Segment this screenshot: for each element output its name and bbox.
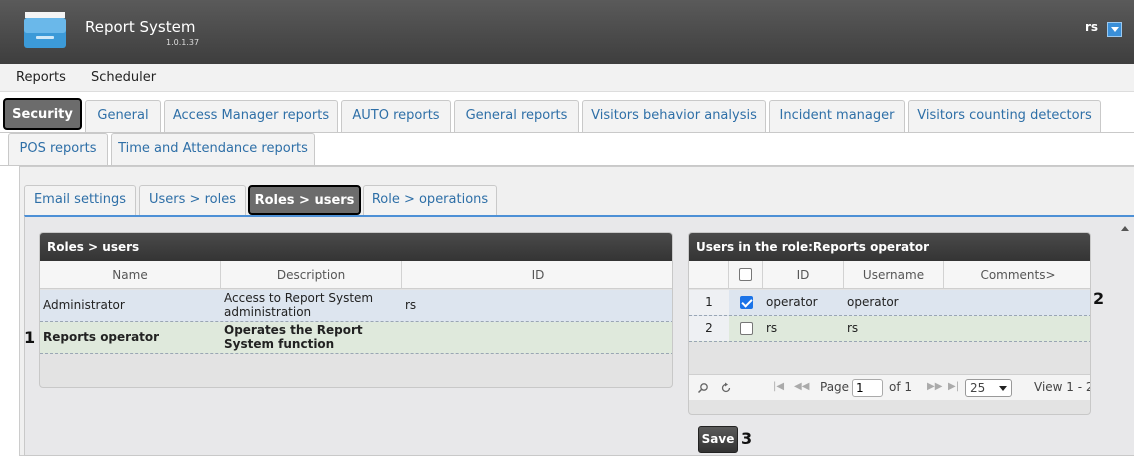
callout-3: 3 — [741, 429, 753, 448]
row-checkbox[interactable] — [739, 322, 753, 335]
column-header-name[interactable]: Name — [40, 261, 221, 289]
menu-reports[interactable]: Reports — [16, 70, 66, 85]
page-count: of 1 — [889, 380, 913, 394]
user-comments — [944, 316, 1090, 341]
column-header-username[interactable]: Username — [844, 261, 944, 289]
main-menu: Reports Scheduler — [0, 64, 1134, 92]
tab-visitors-behavior-analysis[interactable]: Visitors behavior analysis — [582, 100, 766, 132]
search-icon[interactable] — [697, 382, 709, 394]
row-number: 2 — [689, 316, 729, 341]
roles-grid-caption: Roles > users — [40, 233, 672, 261]
next-page-icon[interactable]: ▶▶ — [927, 381, 942, 392]
select-all-checkbox[interactable] — [739, 268, 752, 281]
users-grid-pager: |◀ ◀◀ Page of 1 ▶▶ ▶| 25 View 1 - 2 — [689, 374, 1090, 400]
table-row[interactable]: 2 rs rs — [689, 316, 1090, 342]
role-id: rs — [405, 297, 417, 312]
subtab-role-operations[interactable]: Role > operations — [363, 185, 497, 215]
tab-incident-manager[interactable]: Incident manager — [769, 100, 905, 132]
row-number: 1 — [689, 290, 729, 315]
app-header: Report System 1.0.1.37 rs — [0, 0, 1134, 64]
table-row[interactable]: 1 operator operator — [689, 290, 1090, 316]
row-checkbox[interactable] — [739, 296, 753, 309]
save-button[interactable]: Save — [698, 426, 738, 453]
tab-general-reports[interactable]: General reports — [454, 100, 579, 132]
app-version: 1.0.1.37 — [166, 38, 200, 47]
report-folder-icon — [24, 12, 66, 48]
tab-security[interactable]: Security — [3, 98, 82, 130]
prev-page-icon[interactable]: ◀◀ — [794, 381, 809, 392]
user-name[interactable]: rs — [1085, 20, 1098, 34]
callout-1: 1 — [24, 328, 36, 347]
column-header-select-all[interactable] — [729, 261, 763, 289]
column-header-id[interactable]: ID — [763, 261, 844, 289]
tab-visitors-counting-detectors[interactable]: Visitors counting detectors — [908, 100, 1101, 132]
column-header-id[interactable]: ID — [402, 261, 672, 289]
user-menu-dropdown-icon[interactable] — [1107, 22, 1122, 37]
refresh-icon[interactable] — [720, 382, 732, 394]
role-name: Administrator — [43, 297, 125, 312]
vertical-scrollbar[interactable] — [1119, 222, 1131, 454]
page-number-input[interactable] — [852, 379, 883, 397]
tab-access-manager-reports[interactable]: Access Manager reports — [164, 100, 338, 132]
table-row[interactable]: Reports operator Operates the Report Sys… — [40, 322, 672, 354]
user-comments — [944, 290, 1090, 315]
first-page-icon[interactable]: |◀ — [773, 381, 784, 392]
column-header-comments[interactable]: Comments> — [944, 261, 1090, 289]
role-id — [402, 322, 672, 353]
subtab-email-settings[interactable]: Email settings — [24, 185, 136, 215]
callout-2: 2 — [1093, 289, 1105, 308]
table-row[interactable]: Administrator Access to Report System ad… — [40, 290, 672, 322]
tab-general[interactable]: General — [85, 100, 161, 132]
page-size-value: 25 — [970, 381, 986, 395]
subtab-roles-users[interactable]: Roles > users — [248, 185, 361, 215]
view-range: View 1 - 2 — [1034, 380, 1091, 394]
row-checkbox-cell[interactable] — [729, 290, 763, 315]
tab-pos-reports[interactable]: POS reports — [8, 133, 108, 165]
menu-scheduler[interactable]: Scheduler — [91, 70, 156, 85]
page-size-select[interactable]: 25 — [965, 379, 1012, 397]
user-username: rs — [847, 320, 859, 335]
page-label: Page — [820, 380, 850, 394]
roles-grid: Roles > users Name Description ID Admini… — [39, 232, 673, 388]
tab-time-and-attendance-reports[interactable]: Time and Attendance reports — [111, 133, 315, 165]
role-name: Reports operator — [43, 329, 160, 344]
role-description: Access to Report System administration — [224, 291, 374, 319]
last-page-icon[interactable]: ▶| — [948, 381, 959, 392]
subtab-users-roles[interactable]: Users > roles — [139, 185, 246, 215]
tab-auto-reports[interactable]: AUTO reports — [341, 100, 451, 132]
column-header-description[interactable]: Description — [221, 261, 402, 289]
main-tabs: Security General Access Manager reports … — [0, 92, 1134, 166]
user-id: rs — [766, 320, 778, 335]
users-grid-caption: Users in the role:Reports operator — [689, 233, 1090, 261]
row-checkbox-cell[interactable] — [729, 316, 763, 341]
column-header-row-number — [689, 261, 729, 289]
users-in-role-grid: Users in the role:Reports operator ID Us… — [688, 232, 1091, 415]
user-username: operator — [847, 294, 899, 309]
role-description: Operates the Report System function — [224, 323, 363, 351]
user-id: operator — [766, 294, 818, 309]
app-title: Report System — [85, 18, 196, 36]
